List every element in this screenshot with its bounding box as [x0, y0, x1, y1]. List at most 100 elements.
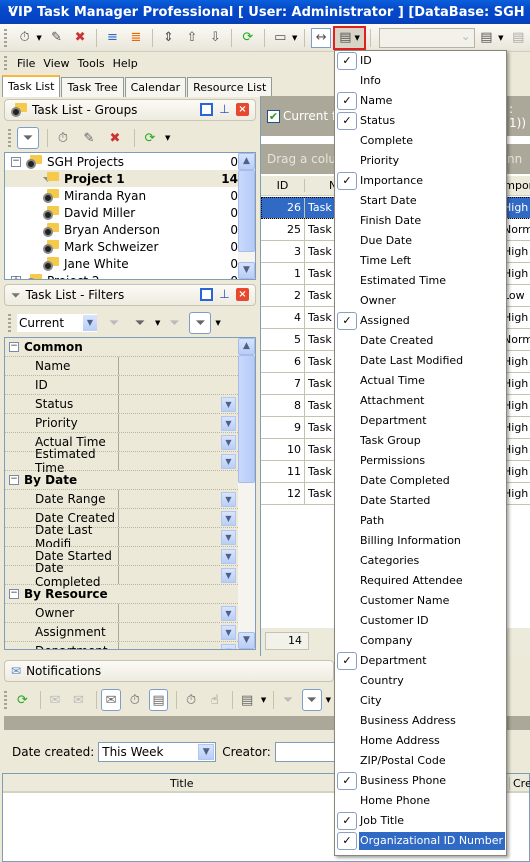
menu-item-column[interactable]: ✓ Department	[335, 651, 506, 671]
menu-item-column[interactable]: Attachment	[335, 391, 506, 411]
filter-icon[interactable]: ⏷	[301, 689, 322, 711]
menu-item-column[interactable]: Categories	[335, 551, 506, 571]
menu-help[interactable]: Help	[113, 57, 138, 70]
menu-item-column[interactable]: ZIP/Postal Code	[335, 751, 506, 771]
scroll-up-icon[interactable]: ▲	[238, 153, 255, 170]
tab-task-list[interactable]: Task List	[2, 75, 61, 97]
menu-item-column[interactable]: Info	[335, 71, 506, 91]
menu-item-column[interactable]: City	[335, 691, 506, 711]
maximize-icon[interactable]	[200, 103, 213, 116]
chevron-down-icon[interactable]: ▼	[221, 530, 236, 545]
menu-item-column[interactable]: ✓ Name	[335, 91, 506, 111]
menu-item-column[interactable]: Home Address	[335, 731, 506, 751]
menu-item-column[interactable]: Billing Information	[335, 531, 506, 551]
tab-resource-list[interactable]: Resource List	[187, 77, 273, 97]
dropdown-arrow-icon[interactable]: ▼	[261, 696, 266, 704]
menu-item-column[interactable]: Company	[335, 631, 506, 651]
chevron-down-icon[interactable]: ▼	[221, 492, 236, 507]
scroll-down-icon[interactable]: ▼	[238, 632, 255, 649]
new-task-icon[interactable]: ⏱	[15, 28, 34, 48]
delete-task-icon[interactable]: ✖	[70, 28, 89, 48]
chevron-down-icon[interactable]: ▼	[221, 397, 236, 412]
delete-view-icon[interactable]: ▤	[509, 28, 528, 48]
maximize-icon[interactable]	[200, 288, 213, 301]
chevron-down-icon[interactable]: ▼	[83, 315, 97, 331]
chevron-down-icon[interactable]: ▼	[221, 644, 236, 649]
column-header-id[interactable]: ID	[261, 179, 305, 192]
close-icon[interactable]: ×	[236, 288, 249, 301]
menu-item-column[interactable]: ✓ ID	[335, 51, 506, 71]
collapse-icon[interactable]: −	[9, 589, 19, 599]
date-created-select[interactable]: This Week ▼	[98, 742, 217, 762]
refresh-icon[interactable]: ⟳	[139, 127, 161, 149]
menu-item-column[interactable]: Complete	[335, 131, 506, 151]
tab-task-tree[interactable]: Task Tree	[61, 77, 124, 97]
apply-filter-icon[interactable]: ⏷	[103, 312, 125, 334]
chevron-down-icon[interactable]: ▼	[221, 435, 236, 450]
save-view-icon[interactable]: ▤	[477, 28, 496, 48]
clear-filter-icon[interactable]: ⏷	[163, 312, 185, 334]
menu-item-column[interactable]: Department	[335, 411, 506, 431]
tree-node[interactable]: Bryan Anderson 0	[5, 221, 255, 238]
scroll-thumb[interactable]	[238, 170, 255, 252]
menu-item-column[interactable]: ✓ Importance	[335, 171, 506, 191]
columns-icon[interactable]: ▤	[237, 689, 257, 711]
pin-icon[interactable]: ⊥	[218, 103, 231, 116]
menu-item-column[interactable]: Business Address	[335, 711, 506, 731]
filter-field-row[interactable]: ID	[5, 376, 240, 395]
hand-icon[interactable]: ☝	[205, 689, 225, 711]
open-task-icon[interactable]: ⏱	[181, 689, 201, 711]
save-filter-icon[interactable]: ⏷	[129, 312, 151, 334]
menu-item-column[interactable]: Path	[335, 511, 506, 531]
collapse-icon[interactable]: −	[9, 475, 19, 485]
menubar-grip[interactable]	[4, 56, 7, 70]
menu-item-column[interactable]: Permissions	[335, 451, 506, 471]
column-chooser-button[interactable]: ▤ ▼	[332, 25, 367, 50]
mark-all-read-icon[interactable]: ✉	[69, 689, 89, 711]
expand-icon[interactable]: +	[11, 275, 21, 279]
delete-group-icon[interactable]: ✖	[104, 127, 126, 149]
view-notification-icon[interactable]: ✉	[101, 689, 121, 711]
move-updown-icon[interactable]: ⇕	[159, 28, 178, 48]
group-filter-icon[interactable]: ⏷	[17, 127, 39, 149]
chevron-down-icon[interactable]: ▼	[221, 454, 236, 469]
chevron-down-icon[interactable]: ▼	[198, 744, 215, 760]
tree-node[interactable]: David Miller 0	[5, 204, 255, 221]
menu-item-column[interactable]: Due Date	[335, 231, 506, 251]
menu-item-column[interactable]: ✓ Business Phone	[335, 771, 506, 791]
menu-item-column[interactable]: Priority	[335, 151, 506, 171]
menu-item-column[interactable]: Start Date	[335, 191, 506, 211]
menu-item-column[interactable]: Owner	[335, 291, 506, 311]
refresh-icon[interactable]: ⟳	[238, 28, 257, 48]
menu-item-column[interactable]: Customer ID	[335, 611, 506, 631]
pin-icon[interactable]: ⊥	[218, 288, 231, 301]
dropdown-arrow-icon[interactable]: ▼	[36, 34, 41, 42]
dropdown-arrow-icon[interactable]: ▼	[215, 319, 220, 327]
menu-item-column[interactable]: Date Created	[335, 331, 506, 351]
clear-filter-icon[interactable]: ⏷	[278, 689, 298, 711]
outdent-icon[interactable]: ≣	[126, 28, 145, 48]
filter-category[interactable]: − Common	[5, 338, 240, 357]
menu-item-column[interactable]: ✓ Status	[335, 111, 506, 131]
filter-field-row[interactable]: Estimated Time ▼	[5, 447, 240, 475]
current-filter-select[interactable]: Current ▼	[17, 314, 97, 332]
menu-tools[interactable]: Tools	[78, 57, 105, 70]
move-down-icon[interactable]: ⇩	[206, 28, 225, 48]
menu-file[interactable]: File	[17, 57, 35, 70]
menu-item-column[interactable]: Country	[335, 671, 506, 691]
chevron-down-icon[interactable]: ▼	[221, 568, 236, 583]
filter-panel-toggle-icon[interactable]: ⏷	[189, 312, 212, 334]
task-view-icon[interactable]: ▭	[271, 28, 290, 48]
edit-task-icon[interactable]: ✎	[47, 28, 66, 48]
menu-item-column[interactable]: Date Completed	[335, 471, 506, 491]
mark-read-icon[interactable]: ✉	[45, 689, 65, 711]
menu-item-column[interactable]: Time Left	[335, 251, 506, 271]
close-icon[interactable]: ×	[236, 103, 249, 116]
menu-item-column[interactable]: ✓ Job Title	[335, 811, 506, 831]
filter-field-row[interactable]: Assignment ▼	[5, 623, 240, 642]
clock-notification-icon[interactable]: ⏱	[125, 689, 145, 711]
menu-item-column[interactable]: Finish Date	[335, 211, 506, 231]
tree-node[interactable]: ⏷ Project 1 14	[5, 170, 255, 187]
chevron-down-icon[interactable]: ▼	[221, 625, 236, 640]
dropdown-arrow-icon[interactable]: ▼	[326, 696, 331, 704]
